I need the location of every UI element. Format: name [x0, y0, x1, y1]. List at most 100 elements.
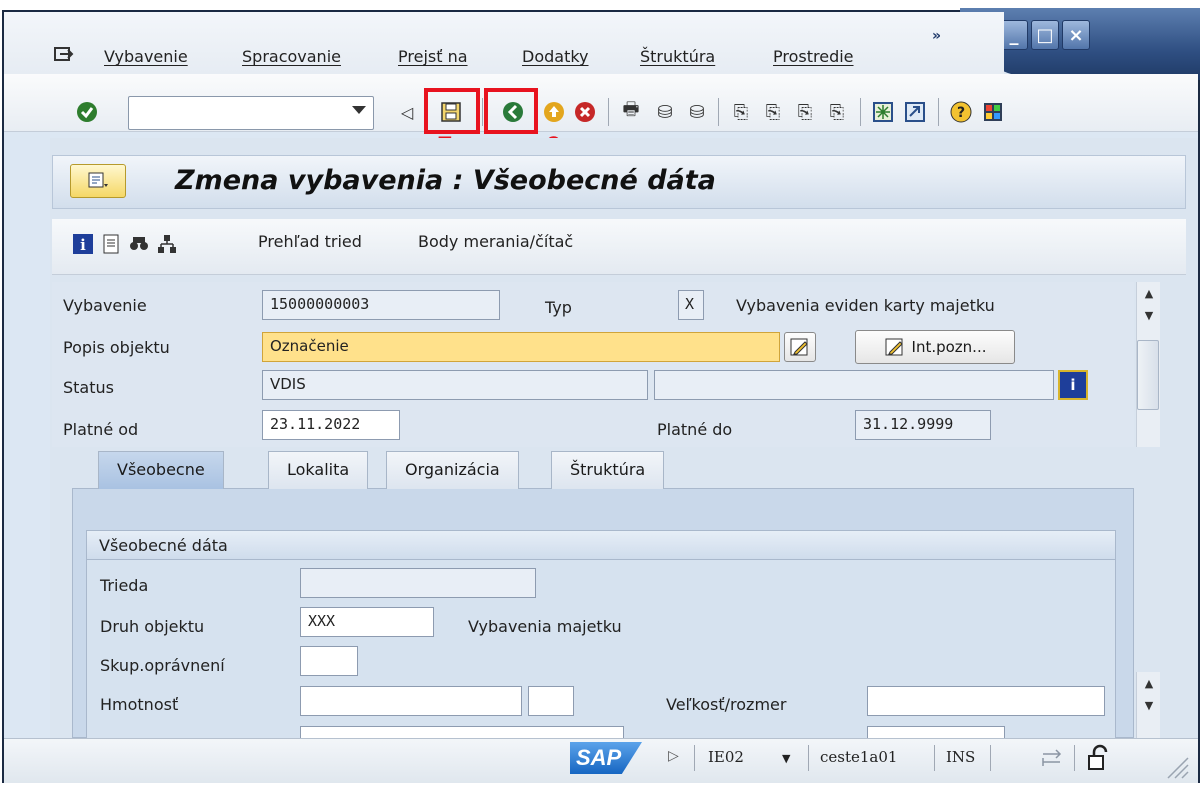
find-icon[interactable]	[126, 231, 152, 257]
equipment-field[interactable]: 15000000003	[262, 290, 500, 320]
tab-organizacia[interactable]: Organizácia	[386, 451, 519, 489]
edit-text-icon[interactable]	[784, 332, 816, 362]
status-info-icon[interactable]: i	[1058, 370, 1088, 400]
cancel-icon[interactable]	[572, 98, 598, 126]
internal-note-button[interactable]: Int.pozn...	[855, 330, 1015, 364]
scroll-thumb[interactable]	[1137, 340, 1159, 410]
previous-page-icon[interactable]: ⎘	[760, 98, 786, 126]
menu-dodatky[interactable]: Dodatky	[522, 47, 589, 66]
find-icon[interactable]: ⛁	[652, 98, 678, 126]
internal-note-label: Int.pozn...	[911, 338, 987, 356]
toolbar-separator	[482, 98, 483, 126]
measure-points-button[interactable]: Body merania/čítač	[418, 232, 573, 251]
scroll-up-icon[interactable]: ▲	[1137, 282, 1161, 304]
menu-spracovanie[interactable]: Spracovanie	[242, 47, 341, 66]
tab-lokalita[interactable]: Lokalita	[268, 451, 369, 489]
application-toolbar	[52, 219, 1186, 275]
menu-more-button[interactable]: »	[932, 28, 941, 44]
status-separator	[934, 745, 935, 771]
command-field[interactable]	[128, 96, 374, 130]
next-page-icon[interactable]: ⎘	[792, 98, 818, 126]
type-label: Typ	[545, 298, 572, 317]
lock-icon[interactable]	[1086, 744, 1110, 772]
scroll-down-icon[interactable]: ▼	[1137, 304, 1161, 326]
status-expand-icon[interactable]: ▷	[668, 748, 679, 764]
tab-struktura[interactable]: Štruktúra	[551, 451, 665, 489]
class-field	[300, 568, 536, 598]
equipment-label: Vybavenie	[63, 296, 147, 315]
toolbar-separator	[938, 98, 939, 126]
exit-icon[interactable]	[541, 98, 567, 126]
valid-from-field[interactable]: 23.11.2022	[262, 410, 400, 440]
print-icon[interactable]: 🖶	[618, 98, 644, 126]
class-overview-button[interactable]: Prehľad tried	[258, 232, 362, 251]
weight-field[interactable]	[300, 686, 522, 716]
menu-prejst-na[interactable]: Prejsť na	[398, 47, 468, 66]
transaction-code: IE02	[708, 748, 744, 766]
object-type-description: Vybavenia majetku	[468, 617, 622, 636]
status-label: Status	[63, 378, 114, 397]
menu-prostredie[interactable]: Prostredie	[773, 47, 854, 66]
status-text-field	[654, 370, 1054, 400]
command-dropdown-icon[interactable]	[352, 106, 366, 114]
toolbar-separator	[608, 98, 609, 126]
hierarchy-icon[interactable]	[154, 231, 180, 257]
layout-icon[interactable]	[980, 98, 1006, 126]
status-field: VDIS	[262, 370, 648, 400]
close-button[interactable]: ×	[1062, 20, 1090, 50]
status-separator	[1074, 745, 1075, 771]
object-type-label: Druh objektu	[100, 617, 205, 636]
scroll-down-icon[interactable]: ▼	[1137, 694, 1161, 716]
info-icon[interactable]: i	[70, 231, 96, 257]
menu-button[interactable]	[70, 164, 126, 198]
group-scrollbar[interactable]: ▲ ▼	[1136, 672, 1160, 738]
page-title: Zmena vybavenia : Všeobecné dáta	[175, 165, 716, 196]
new-session-icon[interactable]	[870, 98, 896, 126]
status-separator	[808, 745, 809, 771]
tab-vseobecne[interactable]: Všeobecne	[98, 451, 224, 489]
last-page-icon[interactable]: ⎘	[824, 98, 850, 126]
object-type-field[interactable]: XXX	[300, 607, 434, 637]
type-description: Vybavenia eviden karty majetku	[736, 296, 995, 315]
auth-group-field[interactable]	[300, 646, 358, 676]
size-label: Veľkosť/rozmer	[666, 695, 787, 714]
system-user: ceste1a01	[820, 748, 898, 766]
status-separator	[990, 745, 991, 771]
description-label: Popis objektu	[63, 338, 170, 357]
svg-text:?: ?	[957, 105, 965, 121]
class-label: Trieda	[100, 576, 149, 595]
description-field[interactable]: Označenie	[262, 332, 780, 362]
document-icon[interactable]	[98, 231, 124, 257]
minimize-button[interactable]: _	[1000, 20, 1028, 50]
auth-group-label: Skup.oprávnení	[100, 656, 225, 675]
input-mode: INS	[946, 748, 976, 766]
tab-order-icon[interactable]	[1040, 746, 1066, 770]
weight-unit-field[interactable]	[528, 686, 574, 716]
menu-struktura[interactable]: Štruktúra	[640, 47, 715, 66]
group-title: Všeobecné dáta	[86, 530, 1116, 560]
valid-from-label: Platné od	[63, 420, 139, 439]
svg-text:i: i	[80, 236, 86, 254]
type-field[interactable]: X	[678, 290, 704, 320]
command-collapse-icon[interactable]: ◁	[394, 98, 420, 126]
valid-to-label: Platné do	[657, 420, 733, 439]
toolbar-separator	[718, 98, 719, 126]
transaction-dropdown-icon[interactable]: ▼	[782, 752, 790, 765]
menu-vybavenie[interactable]: Vybavenie	[104, 47, 188, 66]
back-highlight-box	[484, 88, 538, 134]
scroll-up-icon[interactable]: ▲	[1137, 672, 1161, 694]
help-icon[interactable]: ?	[948, 98, 974, 126]
window-controls: _ □ ×	[1000, 20, 1090, 54]
save-highlight-box	[424, 88, 480, 134]
first-page-icon[interactable]: ⎘	[728, 98, 754, 126]
resize-grip-icon[interactable]	[1160, 752, 1190, 780]
toolbar-separator	[860, 98, 861, 126]
menu-icon[interactable]	[52, 44, 74, 66]
valid-to-field: 31.12.9999	[855, 410, 991, 440]
shortcut-icon[interactable]	[902, 98, 928, 126]
find-next-icon[interactable]: ⛁	[684, 98, 710, 126]
maximize-button[interactable]: □	[1031, 20, 1059, 50]
size-field[interactable]	[867, 686, 1105, 716]
weight-label: Hmotnosť	[100, 695, 179, 714]
enter-icon[interactable]	[74, 98, 100, 126]
